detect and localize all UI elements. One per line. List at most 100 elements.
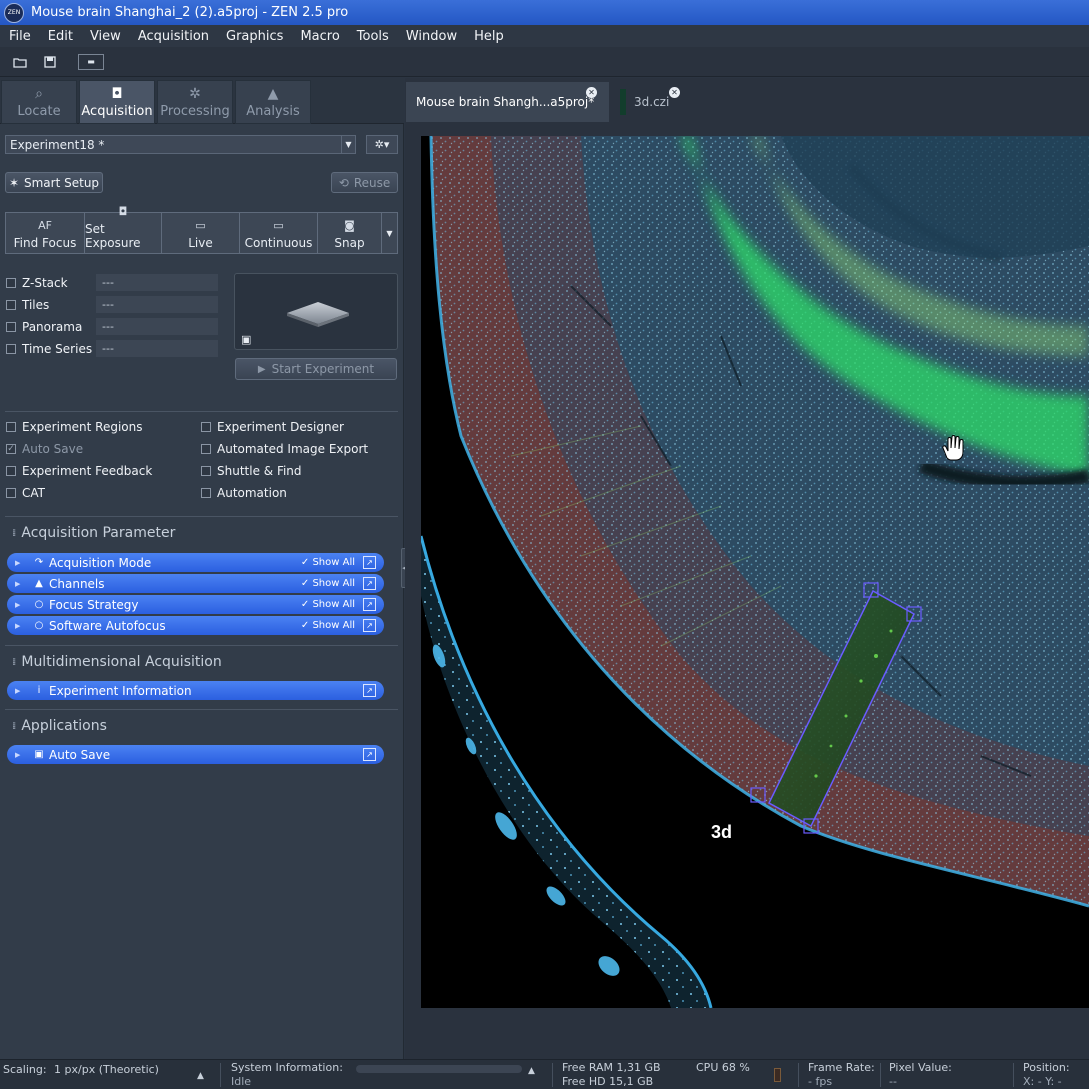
microscope-icon: ⌕	[35, 86, 43, 102]
show-all-toggle[interactable]: ✓ Show All	[301, 620, 355, 631]
expand-arrow-icon[interactable]: ▶	[15, 687, 25, 695]
left-tool-panel: ⌕ Locate ◘ Acquisition ✲ Processing ▲ An…	[0, 78, 404, 1059]
undock-icon[interactable]: ↗	[363, 748, 376, 761]
doc-tab-mouse-brain[interactable]: Mouse brain Shangh...a5proj* ✕	[406, 82, 609, 122]
zstack-value: ---	[96, 274, 218, 291]
expand-arrow-icon[interactable]: ▶	[15, 601, 25, 609]
menu-help[interactable]: Help	[465, 29, 512, 44]
menu-acquisition[interactable]: Acquisition	[129, 29, 217, 44]
section-multidimensional[interactable]: ⁞⁞ Multidimensional Acquisition	[12, 654, 222, 670]
show-all-toggle[interactable]: ✓ Show All	[301, 557, 355, 568]
menu-window[interactable]: Window	[397, 29, 465, 44]
menu-view[interactable]: View	[81, 29, 129, 44]
experiment-options-button[interactable]: ✲▾	[366, 135, 398, 154]
section-applications[interactable]: ⁞⁞ Applications	[12, 718, 107, 734]
frame-rate-status: Frame Rate: - fps	[808, 1061, 875, 1089]
live-label: Live	[188, 236, 213, 250]
tab-acquisition[interactable]: ◘ Acquisition	[79, 80, 155, 124]
tool-experiment-information[interactable]: ▶ i Experiment Information ↗	[7, 681, 384, 700]
automated-image-export-checkbox[interactable]: Automated Image Export	[201, 442, 368, 456]
undock-icon[interactable]: ↗	[363, 684, 376, 697]
tab-processing[interactable]: ✲ Processing	[157, 80, 233, 124]
continuous-icon: ▭	[273, 219, 284, 232]
menu-edit[interactable]: Edit	[39, 29, 81, 44]
close-icon[interactable]: ✕	[586, 87, 597, 98]
chevron-up-icon[interactable]: ▲	[528, 1064, 535, 1078]
tool-focus-strategy[interactable]: ▶ ○ Focus Strategy ✓ Show All ↗	[7, 595, 384, 614]
save-icon[interactable]	[40, 53, 60, 71]
checkbox-box[interactable]: ✓	[6, 444, 16, 454]
show-all-toggle[interactable]: ✓ Show All	[301, 578, 355, 589]
experiment-feedback-checkbox[interactable]: Experiment Feedback	[6, 464, 152, 478]
checkbox-box[interactable]	[6, 278, 16, 288]
experiment-designer-checkbox[interactable]: Experiment Designer	[201, 420, 344, 434]
tool-channels[interactable]: ▶ ▲ Channels ✓ Show All ↗	[7, 574, 384, 593]
checkbox-box[interactable]	[6, 300, 16, 310]
tab-analysis[interactable]: ▲ Analysis	[235, 80, 311, 124]
close-icon[interactable]: ✕	[669, 87, 680, 98]
menu-graphics[interactable]: Graphics	[217, 29, 291, 44]
checkbox-box[interactable]	[6, 466, 16, 476]
checkbox-box[interactable]	[6, 422, 16, 432]
tool-auto-save[interactable]: ▶ ▣ Auto Save ↗	[7, 745, 384, 764]
checkbox-box[interactable]	[6, 344, 16, 354]
find-focus-button[interactable]: AF Find Focus	[6, 213, 85, 253]
undock-icon[interactable]: ↗	[363, 598, 376, 611]
reuse-button[interactable]: ⟲ Reuse	[331, 172, 398, 193]
auto-save-checkbox[interactable]: ✓ Auto Save	[6, 442, 83, 456]
experiment-regions-checkbox[interactable]: Experiment Regions	[6, 420, 142, 434]
memory-status: Free RAM 1,31 GB Free HD 15,1 GB	[562, 1061, 661, 1089]
divider	[552, 1063, 553, 1087]
image-viewer[interactable]: 3d	[421, 136, 1089, 1008]
undock-icon[interactable]: ↗	[363, 577, 376, 590]
zstack-checkbox[interactable]: Z-Stack	[6, 276, 68, 290]
tiles-checkbox[interactable]: Tiles	[6, 298, 49, 312]
brain-section-image[interactable]: 3d	[421, 136, 1089, 1008]
checkbox-box[interactable]	[201, 444, 211, 454]
expand-arrow-icon[interactable]: ▶	[15, 580, 25, 588]
more-acquisition-button[interactable]: ▼	[382, 213, 397, 253]
time-series-checkbox[interactable]: Time Series	[6, 342, 92, 356]
chevron-down-icon[interactable]: ▼	[341, 136, 355, 153]
checkbox-box[interactable]	[201, 488, 211, 498]
experiment-select[interactable]: Experiment18 * ▼	[5, 135, 356, 154]
doc-tab-3d[interactable]: 3d.czi ✕	[610, 82, 690, 122]
tab-locate[interactable]: ⌕ Locate	[1, 80, 77, 124]
time-series-value: ---	[96, 340, 218, 357]
set-exposure-label: Set Exposure	[85, 222, 141, 250]
show-all-toggle[interactable]: ✓ Show All	[301, 599, 355, 610]
expand-arrow-icon[interactable]: ▶	[15, 559, 25, 567]
undock-icon[interactable]: ↗	[363, 619, 376, 632]
panorama-checkbox[interactable]: Panorama	[6, 320, 82, 334]
snap-button[interactable]: ◙ Snap	[318, 213, 382, 253]
cat-checkbox[interactable]: CAT	[6, 486, 45, 500]
expand-arrow-icon[interactable]: ▶	[15, 622, 25, 630]
menu-tools[interactable]: Tools	[348, 29, 397, 44]
tab-acquisition-label: Acquisition	[81, 104, 153, 119]
continuous-button[interactable]: ▭ Continuous	[240, 213, 318, 253]
tool-software-autofocus[interactable]: ▶ ○ Software Autofocus ✓ Show All ↗	[7, 616, 384, 635]
automation-checkbox[interactable]: Automation	[201, 486, 287, 500]
checkbox-box[interactable]	[201, 466, 211, 476]
layout-toggle-icon[interactable]: ▬	[78, 53, 104, 70]
menu-file[interactable]: File	[0, 29, 39, 44]
smart-setup-button[interactable]: ✶ Smart Setup	[5, 172, 103, 193]
checkbox-box[interactable]	[6, 488, 16, 498]
chevron-up-icon[interactable]: ▲	[197, 1069, 204, 1083]
channels-icon: ▲	[35, 578, 43, 589]
section-acquisition-parameter[interactable]: ⁞⁞ Acquisition Parameter	[12, 525, 175, 541]
save-icon[interactable]: ▣	[241, 333, 251, 346]
tool-acquisition-mode[interactable]: ▶ ↷ Acquisition Mode ✓ Show All ↗	[7, 553, 384, 572]
document-area: Mouse brain Shangh...a5proj* ✕ 3d.czi ✕	[405, 78, 1089, 1059]
checkbox-box[interactable]	[6, 322, 16, 332]
start-experiment-button[interactable]: ▶ Start Experiment	[235, 358, 397, 380]
checkbox-box[interactable]	[201, 422, 211, 432]
set-exposure-button[interactable]: ◘ Set Exposure	[85, 205, 162, 253]
doc-tab-label: 3d.czi	[634, 95, 670, 109]
live-button[interactable]: ▭ Live	[162, 213, 240, 253]
undock-icon[interactable]: ↗	[363, 556, 376, 569]
open-folder-icon[interactable]	[10, 53, 30, 71]
menu-macro[interactable]: Macro	[291, 29, 347, 44]
expand-arrow-icon[interactable]: ▶	[15, 751, 25, 759]
shuttle-find-checkbox[interactable]: Shuttle & Find	[201, 464, 302, 478]
